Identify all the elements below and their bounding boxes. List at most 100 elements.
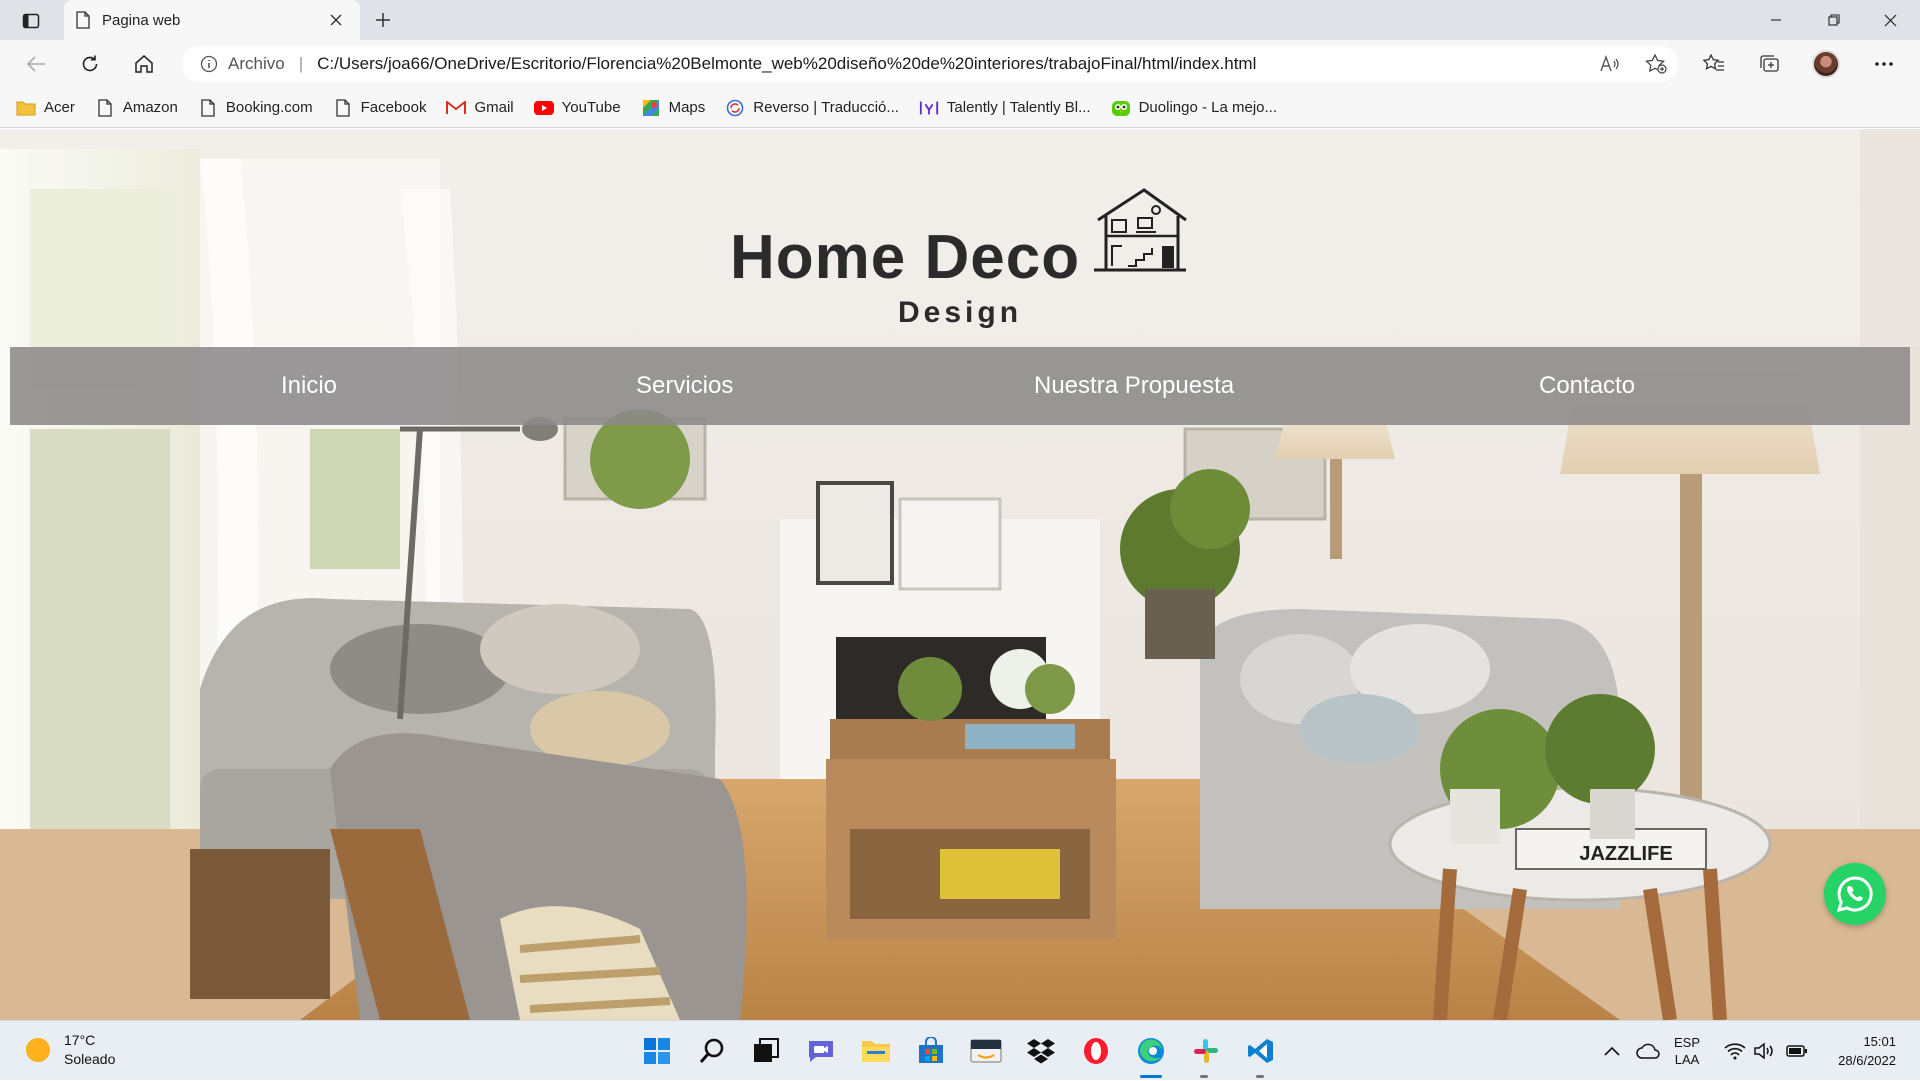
store-icon: [919, 1037, 943, 1063]
start-button[interactable]: [640, 1034, 674, 1068]
refresh-icon: [82, 55, 98, 72]
more-icon: [1875, 62, 1893, 66]
bookmark-reverso[interactable]: Reverso | Traducció...: [725, 98, 899, 118]
whatsapp-icon: [1836, 876, 1873, 913]
clock[interactable]: 15:01 28/6/2022: [1824, 1021, 1896, 1081]
edge-button[interactable]: [1134, 1034, 1168, 1068]
vscode-button[interactable]: [1244, 1034, 1278, 1068]
nav-link-inicio[interactable]: Inicio: [281, 347, 337, 425]
slack-button[interactable]: [1189, 1034, 1223, 1068]
dropbox-icon: [1027, 1039, 1055, 1064]
duolingo-icon: [1111, 98, 1131, 118]
os-taskbar: 17°C Soleado ESP LAA 15:01 28/6/2022: [0, 1020, 1920, 1080]
page-icon: [76, 11, 90, 29]
onedrive-button[interactable]: [1636, 1021, 1660, 1081]
tab-title: Pagina web: [102, 11, 181, 29]
read-aloud-button[interactable]: [1592, 46, 1628, 82]
battery-button[interactable]: [1786, 1021, 1808, 1081]
maps-icon: [641, 98, 661, 118]
info-icon: [200, 55, 218, 73]
chat-icon: [809, 1041, 833, 1062]
tab-actions-button[interactable]: [14, 8, 48, 34]
volume-button[interactable]: [1754, 1021, 1776, 1081]
close-icon: [330, 14, 342, 26]
bookmark-label: Talently | Talently Bl...: [946, 99, 1091, 116]
favorites-icon: [1703, 54, 1724, 71]
language-indicator[interactable]: ESP LAA: [1674, 1021, 1700, 1081]
chevron-up-icon: [1604, 1046, 1620, 1056]
opera-button[interactable]: [1079, 1034, 1113, 1068]
address-url[interactable]: C:/Users/joa66/OneDrive/Escritorio/Flore…: [317, 54, 1256, 74]
file-explorer-button[interactable]: [859, 1034, 893, 1068]
nav-link-contacto[interactable]: Contacto: [1539, 347, 1635, 425]
network-button[interactable]: [1724, 1021, 1746, 1081]
amazon-app-button[interactable]: [969, 1034, 1003, 1068]
home-button[interactable]: [126, 48, 162, 80]
address-bar[interactable]: Archivo | C:/Users/joa66/OneDrive/Escrit…: [182, 46, 1678, 82]
weather-condition: Soleado: [64, 1051, 116, 1067]
teams-chat-button[interactable]: [804, 1034, 838, 1068]
restore-button[interactable]: [1806, 0, 1862, 40]
arrow-left-icon: [26, 56, 45, 72]
sun-icon: [26, 1038, 50, 1062]
vscode-icon: [1248, 1039, 1273, 1063]
taskbar-search-button[interactable]: [695, 1034, 729, 1068]
folder-icon: [16, 98, 36, 118]
minimize-icon: [1771, 19, 1781, 21]
bookmark-facebook[interactable]: Facebook: [333, 98, 427, 118]
read-aloud-icon: [1600, 55, 1619, 72]
bookmark-label: Facebook: [360, 99, 427, 116]
show-hidden-icons-button[interactable]: [1604, 1021, 1620, 1081]
svg-text:JAZZLIFE: JAZZLIFE: [1579, 843, 1672, 865]
browser-titlebar: Pagina web: [0, 0, 1920, 40]
browser-tab[interactable]: Pagina web: [64, 0, 360, 40]
dropbox-button[interactable]: [1024, 1034, 1058, 1068]
running-app-indicator: [1200, 1075, 1208, 1078]
settings-menu-button[interactable]: [1866, 48, 1902, 80]
weather-temperature: 17°C: [64, 1032, 96, 1048]
bookmark-duolingo[interactable]: Duolingo - La mejo...: [1111, 98, 1277, 118]
page-icon: [198, 98, 218, 118]
site-logo[interactable]: Home Deco Design: [730, 184, 1190, 334]
browser-toolbar: Archivo | C:/Users/joa66/OneDrive/Escrit…: [0, 40, 1920, 88]
collections-button[interactable]: [1752, 48, 1788, 80]
speaker-icon: [1754, 1042, 1773, 1060]
close-window-button[interactable]: [1862, 0, 1918, 40]
favorites-button[interactable]: [1696, 48, 1732, 80]
whatsapp-button[interactable]: [1824, 863, 1886, 925]
bookmark-acer[interactable]: Acer: [16, 98, 75, 118]
add-favorite-button[interactable]: [1638, 46, 1674, 82]
address-separator: |: [298, 54, 304, 73]
address-label: Archivo: [228, 54, 285, 73]
bookmark-booking[interactable]: Booking.com: [198, 98, 313, 118]
opera-icon: [1084, 1038, 1108, 1064]
web-page: JAZZLIFE Home Deco Design Inicio Servici…: [0, 129, 1920, 1020]
star-add-icon: [1645, 54, 1667, 74]
nav-link-nuestra-propuesta[interactable]: Nuestra Propuesta: [1034, 347, 1234, 425]
main-navbar: Inicio Servicios Nuestra Propuesta Conta…: [10, 347, 1910, 425]
bookmark-gmail[interactable]: Gmail: [446, 98, 514, 118]
refresh-button[interactable]: [72, 48, 108, 80]
weather-widget[interactable]: 17°C Soleado: [26, 1031, 115, 1069]
bookmark-maps[interactable]: Maps: [641, 98, 705, 118]
nav-link-servicios[interactable]: Servicios: [636, 347, 733, 425]
new-tab-button[interactable]: [368, 6, 398, 34]
talently-icon: [919, 98, 939, 118]
bookmark-label: Gmail: [474, 99, 514, 116]
bookmark-label: Reverso | Traducció...: [753, 99, 899, 116]
minimize-button[interactable]: [1748, 0, 1804, 40]
page-icon: [95, 98, 115, 118]
edge-icon: [1138, 1038, 1164, 1064]
tab-close-button[interactable]: [324, 8, 348, 32]
bookmark-amazon[interactable]: Amazon: [95, 98, 178, 118]
profile-button[interactable]: [1808, 48, 1844, 80]
keyboard-layout: LAA: [1674, 1052, 1700, 1067]
bookmark-youtube[interactable]: YouTube: [533, 98, 621, 118]
back-button[interactable]: [18, 48, 54, 80]
bookmark-label: Amazon: [122, 99, 178, 116]
store-button[interactable]: [914, 1034, 948, 1068]
bookmark-talently[interactable]: Talently | Talently Bl...: [919, 98, 1091, 118]
home-icon: [135, 55, 153, 73]
clock-time: 15:01: [1863, 1034, 1896, 1049]
task-view-button[interactable]: [749, 1034, 783, 1068]
